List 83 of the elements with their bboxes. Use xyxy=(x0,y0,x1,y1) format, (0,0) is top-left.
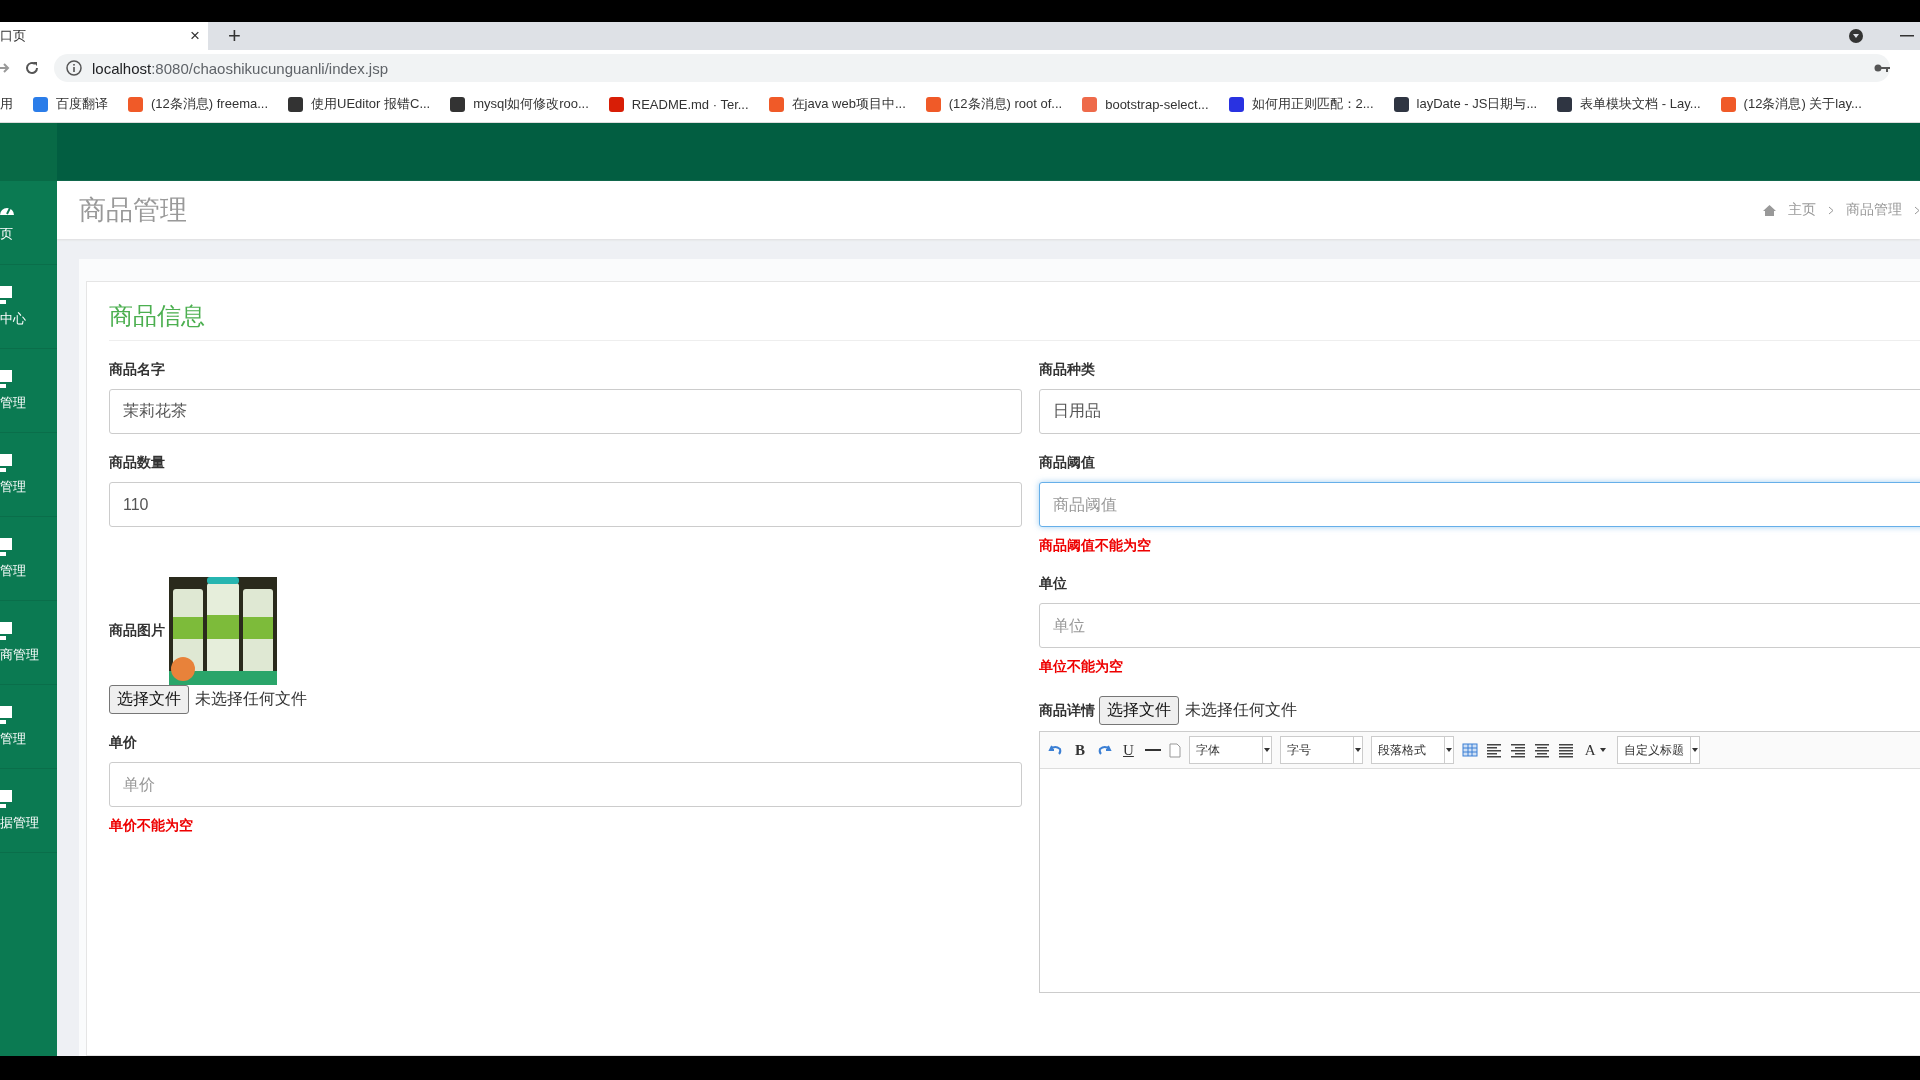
address-bar[interactable]: localhost:8080/chaoshikucunguanli/index.jsp xyxy=(54,54,1890,82)
choose-file-button[interactable]: 选择文件 xyxy=(109,685,189,714)
input-field[interactable]: 110 xyxy=(109,482,1022,527)
caret-icon xyxy=(1691,748,1698,752)
sidebar-item[interactable]: 管理 xyxy=(0,685,57,769)
chevron-icon xyxy=(1828,205,1834,215)
input-field[interactable]: 商品阈值 xyxy=(1039,482,1920,527)
align-left-icon[interactable] xyxy=(1485,742,1502,758)
minimize-icon[interactable] xyxy=(1900,35,1914,37)
caret-icon xyxy=(1445,748,1452,752)
bookmark[interactable]: 在java web项目中... xyxy=(768,95,906,113)
chevron-icon xyxy=(1914,205,1920,215)
justify-icon[interactable] xyxy=(1557,742,1574,758)
bookmark[interactable]: 用 xyxy=(0,95,13,113)
card-title: 商品信息 xyxy=(109,300,1920,341)
bookmark[interactable]: 使用UEditor 报错C... xyxy=(288,95,431,113)
forward-icon[interactable] xyxy=(0,61,10,75)
field-label: 商品数量 xyxy=(109,454,166,472)
field-label: 商品图片 xyxy=(109,622,165,640)
align-center-icon[interactable] xyxy=(1533,742,1550,758)
error-message: 商品阈值不能为空 xyxy=(1039,537,1152,555)
field-label: 单价 xyxy=(109,734,138,752)
bold-button[interactable]: B xyxy=(1072,741,1088,759)
error-message: 单位不能为空 xyxy=(1039,658,1124,676)
home-icon xyxy=(1763,204,1776,216)
monitor-icon xyxy=(0,285,12,304)
align-right-icon[interactable] xyxy=(1509,742,1526,758)
caret-icon xyxy=(1599,748,1606,752)
sidebar-item[interactable]: 据管理 xyxy=(0,769,57,853)
key-icon[interactable] xyxy=(1874,63,1890,73)
sidebar-item[interactable]: 管理 xyxy=(0,433,57,517)
input-field[interactable]: 单价 xyxy=(109,762,1022,807)
horizontal-rule-icon[interactable] xyxy=(1144,748,1161,752)
monitor-icon xyxy=(0,789,12,808)
sidebar-item[interactable]: 管理 xyxy=(0,349,57,433)
field-label: 商品阈值 xyxy=(1039,454,1096,472)
underline-button[interactable]: U xyxy=(1120,741,1137,759)
field-label: 商品详情 xyxy=(1039,701,1095,720)
input-field[interactable]: 日用品 xyxy=(1039,389,1920,434)
caret-icon xyxy=(1263,748,1270,752)
bookmark[interactable]: (12条消息) root of... xyxy=(925,95,1063,113)
profile-icon[interactable] xyxy=(1848,28,1864,44)
new-tab-button[interactable]: + xyxy=(228,22,241,50)
page-title: 商品管理 xyxy=(79,194,187,227)
toolbar-select[interactable]: 段落格式 xyxy=(1370,736,1454,764)
file-status: 未选择任何文件 xyxy=(195,689,307,709)
monitor-icon xyxy=(0,537,12,556)
sidebar-item[interactable]: 商管理 xyxy=(0,601,57,685)
table-icon[interactable] xyxy=(1461,742,1478,758)
browser-tab[interactable]: 口页 × xyxy=(0,22,208,50)
reload-icon[interactable] xyxy=(24,60,40,76)
sidebar-item[interactable]: 中心 xyxy=(0,265,57,349)
sidebar-item[interactable]: 管理 xyxy=(0,517,57,601)
caret-icon xyxy=(1354,748,1361,752)
close-icon[interactable]: × xyxy=(190,26,200,46)
rich-text-editor[interactable]: B U 字体 字号 段落格式 A 自定义标题 xyxy=(1039,731,1920,993)
error-message: 单价不能为空 xyxy=(109,817,194,835)
bookmark[interactable]: 如何用正则匹配：2... xyxy=(1228,95,1374,113)
toolbar-select[interactable]: 字号 xyxy=(1279,736,1363,764)
bookmark[interactable]: README.md · Ter... xyxy=(608,96,749,112)
file-status: 未选择任何文件 xyxy=(1185,700,1297,720)
field-label: 商品名字 xyxy=(109,361,166,379)
bookmark[interactable]: 百度翻译 xyxy=(33,95,108,113)
input-field[interactable]: 单位 xyxy=(1039,603,1920,648)
info-icon xyxy=(66,60,82,76)
font-color-button[interactable]: A xyxy=(1581,741,1609,759)
input-field[interactable]: 茉莉花茶 xyxy=(109,389,1022,434)
monitor-icon xyxy=(0,621,12,640)
field-label: 单位 xyxy=(1039,575,1068,593)
bookmark[interactable]: mysql如何修改roo... xyxy=(450,95,589,113)
toolbar-select[interactable]: 字体 xyxy=(1188,736,1272,764)
choose-file-button[interactable]: 选择文件 xyxy=(1099,696,1179,725)
bookmark[interactable]: (12条消息) freema... xyxy=(128,95,269,113)
toolbar-select[interactable]: 自定义标题 xyxy=(1616,736,1700,764)
logo-block xyxy=(0,123,57,181)
monitor-icon xyxy=(0,369,12,388)
bookmark[interactable]: (12条消息) 关于lay... xyxy=(1720,95,1862,113)
monitor-icon xyxy=(0,705,12,724)
field-label: 商品种类 xyxy=(1039,361,1096,379)
bookmark[interactable]: bootstrap-select... xyxy=(1082,96,1209,112)
bookmark[interactable]: layDate - JS日期与... xyxy=(1393,95,1538,113)
bookmark[interactable]: 表单模块文档 - Lay... xyxy=(1557,95,1701,113)
monitor-icon xyxy=(0,453,12,472)
